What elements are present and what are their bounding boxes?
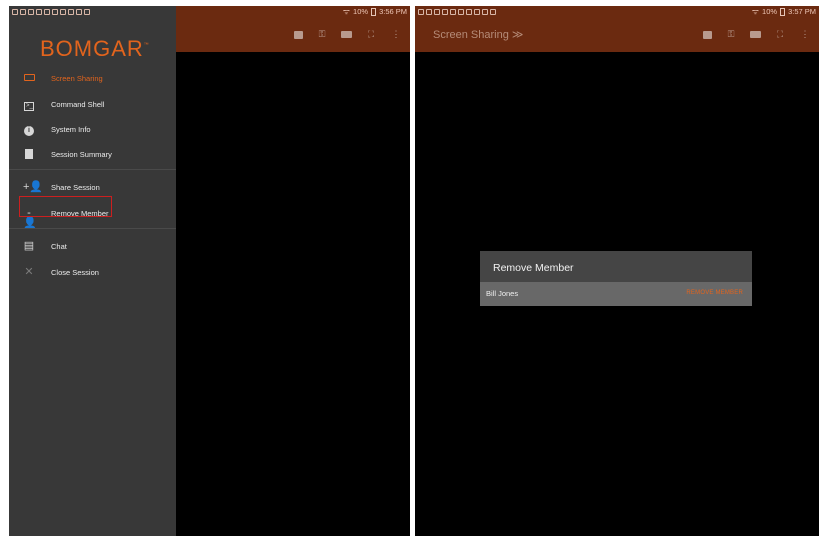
battery-icon	[780, 7, 786, 16]
status-time: 3:56 PM	[379, 7, 407, 16]
menu-item-chat[interactable]: ▤ Chat	[9, 234, 176, 258]
toolbar: ⚿ ⛶ ⋮	[294, 29, 402, 40]
info-icon: i	[23, 124, 35, 136]
right-screen: Screen Sharing ≫ ⚿ ⛶ ⋮ ᯤ 10% 3:57 PM Rem…	[415, 6, 819, 536]
key-icon[interactable]: ⚿	[725, 29, 737, 40]
bomgar-logo: BOMGAR™	[40, 36, 150, 61]
stop-icon[interactable]	[294, 30, 303, 39]
highlight-box	[19, 196, 112, 217]
menu-item-system-info[interactable]: i System Info	[9, 117, 176, 141]
document-icon	[23, 149, 35, 159]
wifi-icon: ᯤ	[751, 7, 760, 16]
close-icon: ✕	[24, 266, 34, 278]
status-time: 3:57 PM	[788, 7, 816, 16]
menu-item-session-summary[interactable]: Session Summary	[9, 142, 176, 166]
stop-icon[interactable]	[703, 30, 712, 39]
notification-icons	[12, 8, 90, 15]
status-bar: ᯤ 10% 3:57 PM	[415, 6, 819, 17]
battery-percent: 10%	[353, 7, 369, 16]
notification-icons	[418, 8, 496, 15]
remove-member-button[interactable]: REMOVE MEMBER	[686, 290, 743, 296]
terminal-icon: >_	[24, 102, 34, 111]
battery-percent: 10%	[762, 7, 778, 16]
status-bar: ᯤ 10% 3:56 PM	[9, 6, 410, 17]
keyboard-icon[interactable]	[341, 31, 352, 38]
wifi-icon: ᯤ	[342, 7, 351, 16]
menu-item-screen-sharing[interactable]: Screen Sharing	[9, 66, 176, 90]
chat-icon: ▤	[23, 240, 35, 252]
app-title[interactable]: Screen Sharing ≫	[433, 28, 523, 41]
dialog-title: Remove Member	[493, 262, 574, 274]
key-icon[interactable]: ⚿	[316, 29, 328, 40]
navigation-drawer: BOMGAR™ Screen Sharing >_ Command Shell …	[9, 6, 176, 536]
divider	[9, 228, 176, 229]
drawer-header: BOMGAR™	[9, 17, 176, 61]
member-row[interactable]: Bill Jones REMOVE MEMBER	[480, 282, 752, 306]
member-name: Bill Jones	[486, 289, 519, 298]
fullscreen-icon[interactable]: ⛶	[365, 29, 377, 40]
menu-item-close-session[interactable]: ✕ Close Session	[9, 260, 176, 284]
menu-item-command-shell[interactable]: >_ Command Shell	[9, 92, 176, 116]
left-screen: ⚿ ⛶ ⋮ BOMGAR™ Screen Sharing >_ Command …	[9, 6, 410, 536]
add-person-icon: +👤	[23, 181, 44, 193]
status-right: ᯤ 10% 3:57 PM	[752, 6, 816, 17]
divider	[9, 169, 176, 170]
more-icon[interactable]: ⋮	[799, 29, 811, 40]
keyboard-icon[interactable]	[750, 31, 761, 38]
chevron-right-icon: ≫	[511, 29, 524, 41]
monitor-icon	[23, 73, 35, 83]
fullscreen-icon[interactable]: ⛶	[774, 29, 786, 40]
more-icon[interactable]: ⋮	[390, 29, 402, 40]
remove-member-dialog: Remove Member Bill Jones REMOVE MEMBER	[480, 251, 752, 306]
battery-icon	[371, 7, 377, 16]
status-right: ᯤ 10% 3:56 PM	[343, 6, 407, 17]
toolbar: ⚿ ⛶ ⋮	[703, 29, 811, 40]
